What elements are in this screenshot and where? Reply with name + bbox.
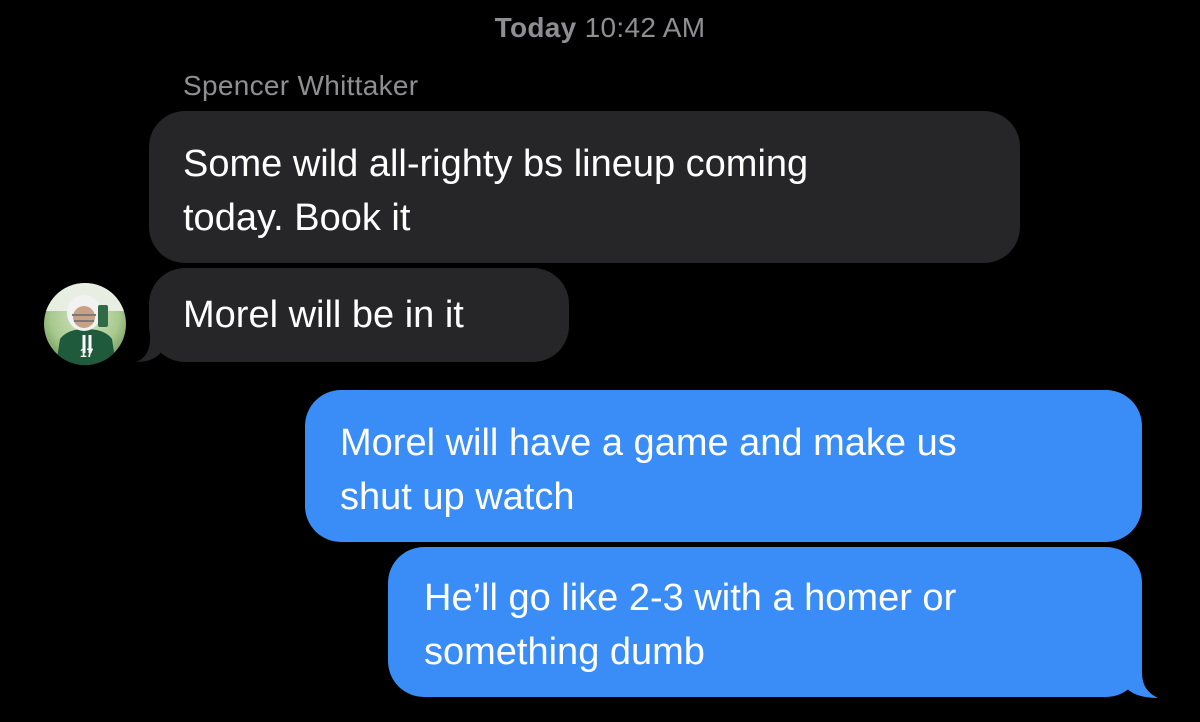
contact-avatar[interactable]: 17: [44, 283, 126, 365]
message-timestamp: Today 10:42 AM: [0, 12, 1200, 44]
outgoing-message-bubble[interactable]: He’ll go like 2-3 with a homer or someth…: [388, 547, 1142, 697]
timestamp-time: 10:42 AM: [584, 12, 706, 43]
message-line: Morel will be in it: [183, 294, 464, 336]
message-line: something dumb: [424, 631, 705, 673]
incoming-message-bubble[interactable]: Morel will be in it: [149, 268, 569, 362]
timestamp-day: Today: [494, 12, 577, 43]
sender-name: Spencer Whittaker: [183, 70, 419, 101]
message-line: shut up watch: [340, 476, 575, 518]
message-line: today. Book it: [183, 197, 411, 239]
message-line: He’ll go like 2-3 with a homer or: [424, 577, 957, 619]
outgoing-message-bubble[interactable]: Morel will have a game and make us shut …: [305, 390, 1142, 542]
football-player-avatar-icon: 17: [44, 283, 126, 365]
message-line: Some wild all-righty bs lineup coming: [183, 143, 809, 185]
incoming-message-bubble[interactable]: Some wild all-righty bs lineup coming to…: [149, 111, 1020, 263]
jersey-number: 17: [80, 346, 94, 360]
message-line: Morel will have a game and make us: [340, 422, 957, 464]
messages-thread: Today 10:42 AM Spencer Whittaker Some wi…: [0, 0, 1200, 722]
